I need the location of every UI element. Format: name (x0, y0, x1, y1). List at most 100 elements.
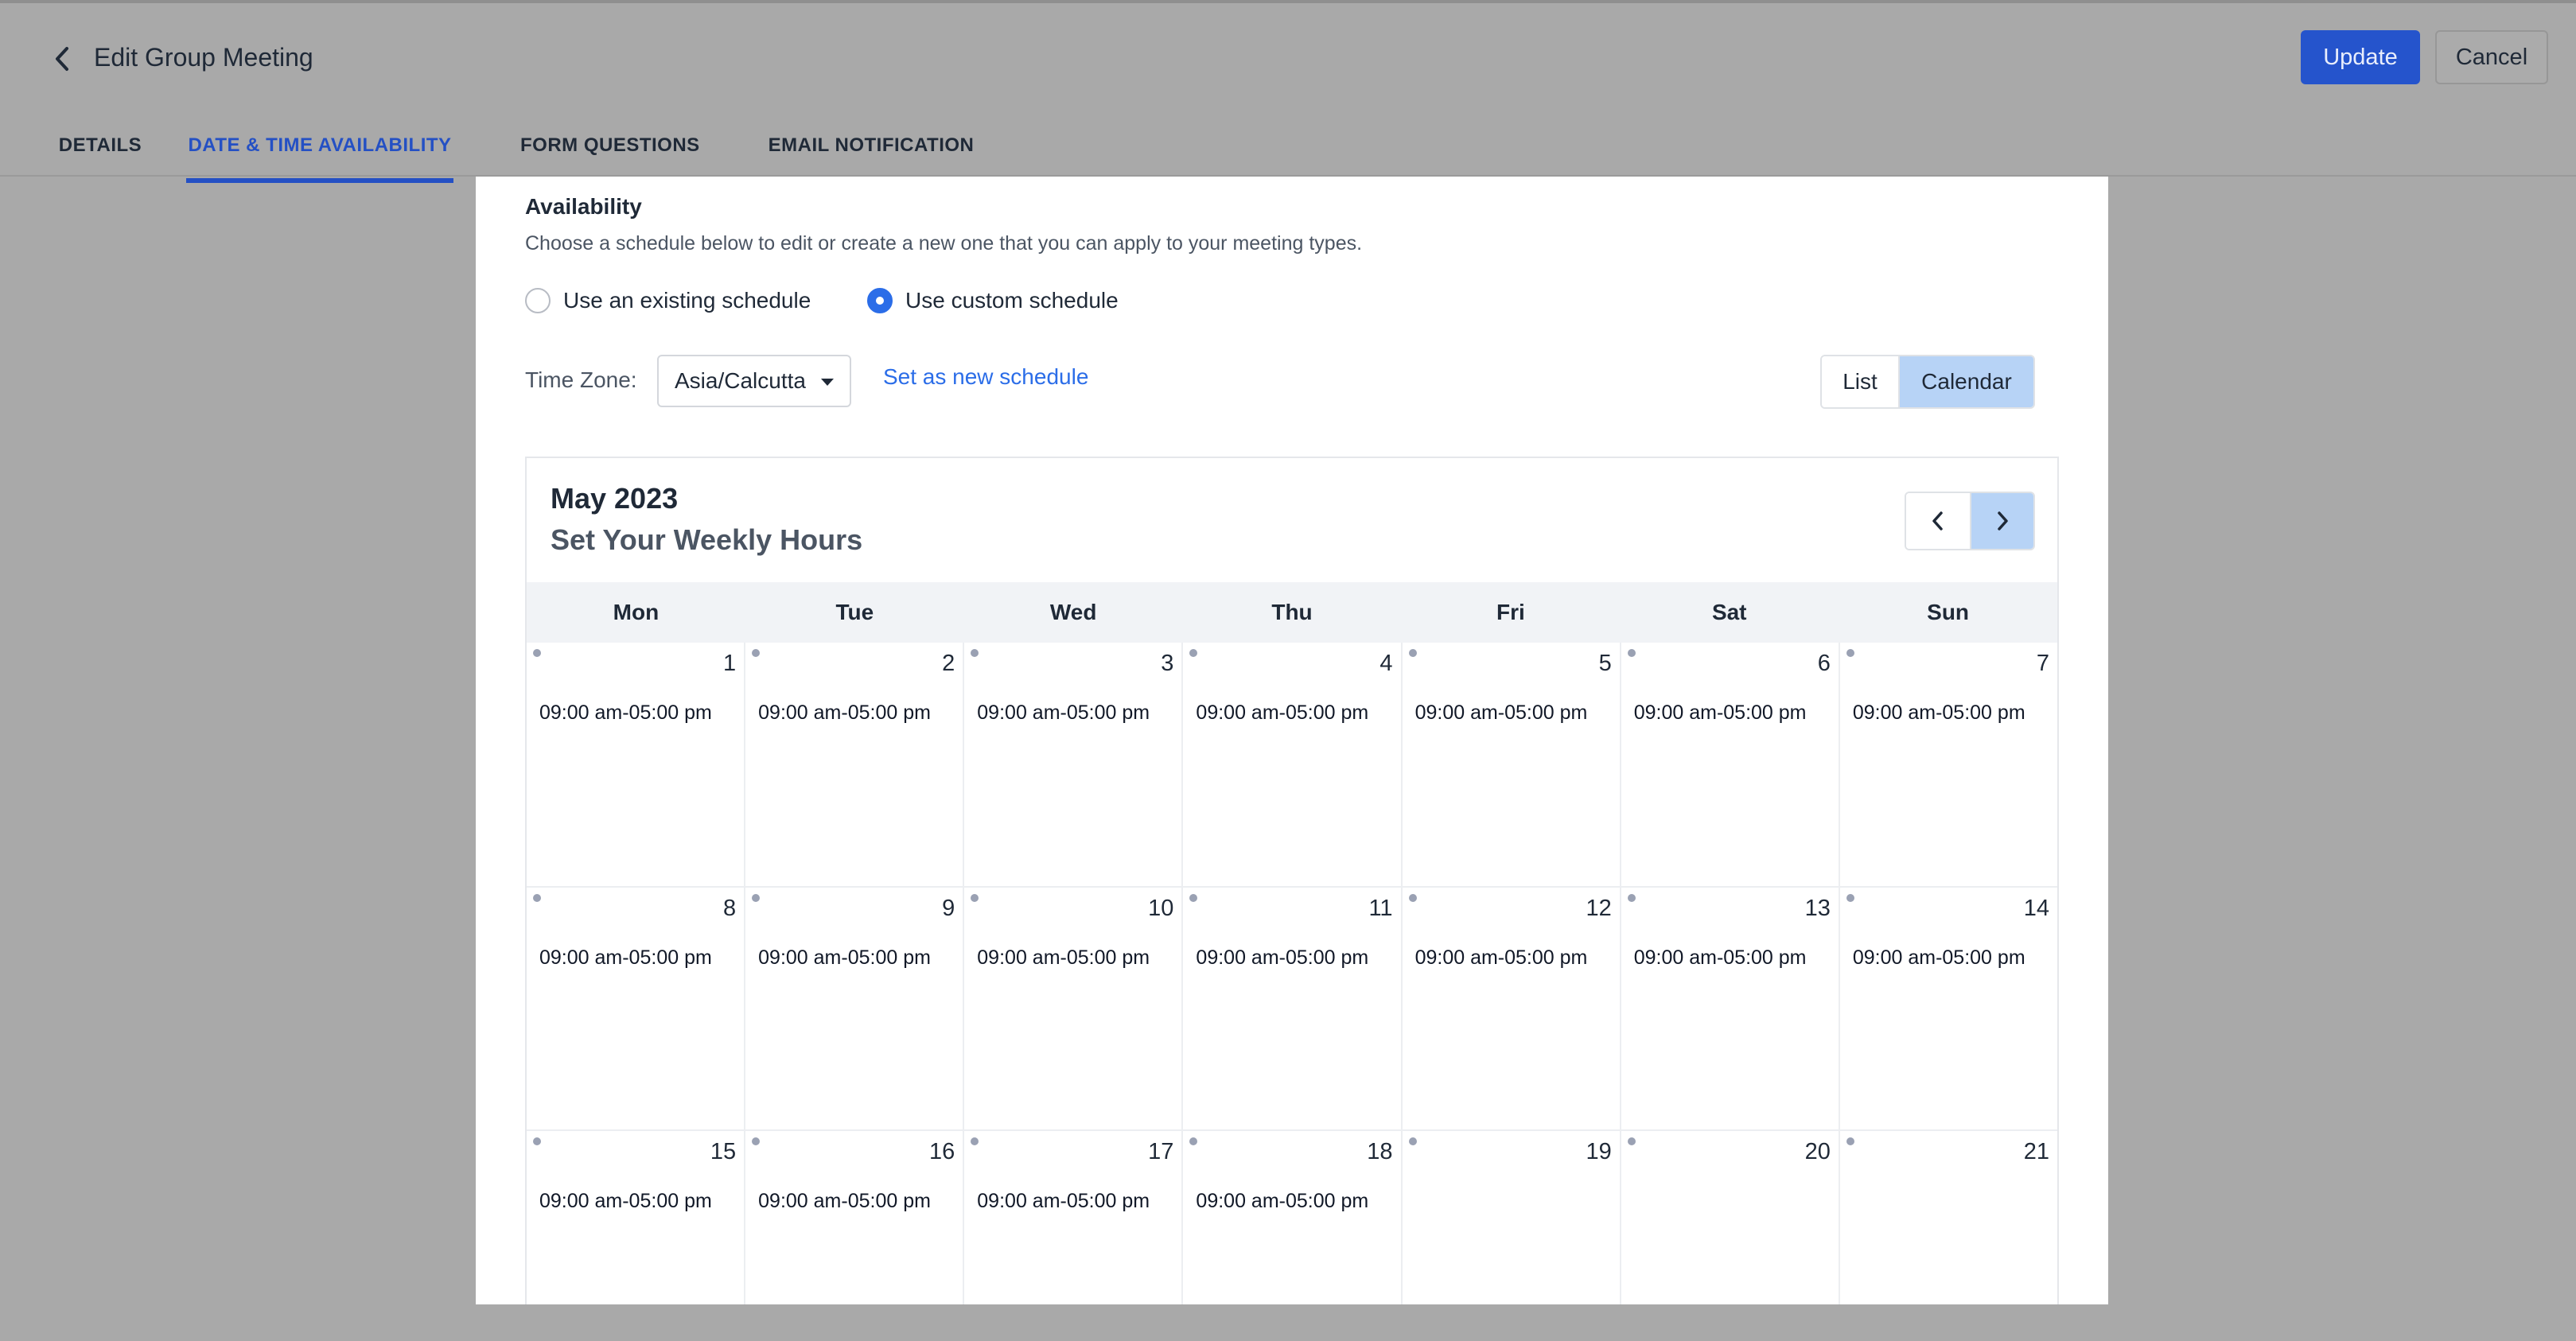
radio-custom-schedule[interactable]: Use custom schedule (867, 288, 1119, 313)
calendar-day-cell[interactable]: 3 09:00 am-05:00 pm (963, 643, 1181, 886)
calendar-day-cell[interactable]: 2 09:00 am-05:00 pm (744, 643, 963, 886)
calendar: May 2023 Set Your Weekly Hours Mon Tue W… (525, 457, 2059, 1304)
weekday-label: Thu (1271, 600, 1313, 624)
day-menu-dot-icon[interactable] (1627, 649, 1636, 657)
timezone-value: Asia/Calcutta (675, 368, 806, 393)
calendar-day-cell[interactable]: 8 09:00 am-05:00 pm (527, 888, 744, 1129)
update-button[interactable]: Update (2301, 30, 2420, 84)
calendar-day-cell[interactable]: 12 09:00 am-05:00 pm (1400, 888, 1620, 1129)
next-month-button[interactable] (1971, 493, 2033, 549)
day-hours: 09:00 am-05:00 pm (977, 702, 1150, 724)
day-menu-dot-icon[interactable] (1189, 649, 1198, 657)
weekday-label: Wed (1049, 600, 1097, 624)
calendar-day-cell[interactable]: 9 09:00 am-05:00 pm (744, 888, 963, 1129)
top-bar: Edit Group Meeting Update Cancel DETAILS… (0, 0, 2576, 183)
calendar-week-row: 8 09:00 am-05:00 pm 9 09:00 am-05:00 pm 10 09… (527, 886, 2057, 1129)
day-menu-dot-icon[interactable] (1189, 894, 1198, 902)
view-list-button[interactable]: List (1822, 356, 1900, 407)
calendar-day-cell[interactable]: 11 09:00 am-05:00 pm (1181, 888, 1400, 1129)
day-hours: 09:00 am-05:00 pm (758, 1190, 931, 1212)
calendar-day-cell[interactable]: 19 (1400, 1131, 1620, 1304)
calendar-day-cell[interactable]: 16 09:00 am-05:00 pm (744, 1131, 963, 1304)
day-number: 16 (929, 1139, 955, 1164)
day-menu-dot-icon[interactable] (533, 1137, 541, 1145)
view-calendar-button[interactable]: Calendar (1900, 356, 2033, 407)
availability-title: Availability (525, 194, 642, 219)
day-number: 1 (723, 651, 737, 676)
day-hours: 09:00 am-05:00 pm (1852, 702, 2025, 724)
previous-month-button[interactable] (1906, 493, 1971, 549)
calendar-day-cell[interactable]: 4 09:00 am-05:00 pm (1181, 643, 1400, 886)
day-number: 13 (1804, 896, 1831, 921)
day-hours: 09:00 am-05:00 pm (1414, 702, 1588, 724)
day-menu-dot-icon[interactable] (971, 894, 979, 902)
day-menu-dot-icon[interactable] (1408, 649, 1417, 657)
day-hours: 09:00 am-05:00 pm (977, 1190, 1150, 1212)
day-menu-dot-icon[interactable] (1627, 1137, 1636, 1145)
day-menu-dot-icon[interactable] (1846, 894, 1854, 902)
day-number: 14 (2023, 896, 2049, 921)
cancel-button[interactable]: Cancel (2435, 30, 2548, 84)
day-menu-dot-icon[interactable] (1408, 1137, 1417, 1145)
day-menu-dot-icon[interactable] (971, 649, 979, 657)
tab-bar: DETAILS DATE & TIME AVAILABILITY FORM QU… (0, 122, 1114, 183)
calendar-day-cell[interactable]: 18 09:00 am-05:00 pm (1181, 1131, 1400, 1304)
calendar-day-cell[interactable]: 20 (1619, 1131, 1839, 1304)
chevron-right-icon (1998, 511, 2008, 531)
day-menu-dot-icon[interactable] (533, 649, 541, 657)
day-menu-dot-icon[interactable] (1627, 894, 1636, 902)
calendar-week-row: 15 09:00 am-05:00 pm 16 09:00 am-05:00 pm 17… (527, 1129, 2057, 1304)
calendar-day-cell[interactable]: 10 09:00 am-05:00 pm (963, 888, 1181, 1129)
day-menu-dot-icon[interactable] (1189, 1137, 1198, 1145)
day-number: 4 (1379, 651, 1393, 676)
set-as-new-schedule-link[interactable]: Set as new schedule (883, 364, 1088, 390)
day-number: 10 (1148, 896, 1174, 921)
page-title: Edit Group Meeting (94, 43, 313, 72)
calendar-day-cell[interactable]: 15 09:00 am-05:00 pm (527, 1131, 744, 1304)
calendar-day-cell[interactable]: 1 09:00 am-05:00 pm (527, 643, 744, 886)
timezone-select[interactable]: Asia/Calcutta (657, 355, 851, 407)
calendar-month: May 2023 (551, 482, 679, 515)
calendar-week-row: 1 09:00 am-05:00 pm 2 09:00 am-05:00 pm 3 09:… (527, 643, 2057, 886)
day-number: 20 (1804, 1139, 1831, 1164)
calendar-nav (1905, 492, 2035, 550)
weekday-label: Tue (835, 600, 874, 624)
radio-unchecked-icon (525, 288, 551, 313)
day-hours: 09:00 am-05:00 pm (1633, 702, 1807, 724)
calendar-day-cell[interactable]: 14 09:00 am-05:00 pm (1838, 888, 2057, 1129)
tab-details[interactable]: DETAILS (38, 122, 162, 178)
calendar-day-cell[interactable]: 13 09:00 am-05:00 pm (1619, 888, 1839, 1129)
day-number: 9 (942, 896, 955, 921)
calendar-day-cell[interactable]: 7 09:00 am-05:00 pm (1838, 643, 2057, 886)
day-hours: 09:00 am-05:00 pm (1196, 1190, 1369, 1212)
day-menu-dot-icon[interactable] (533, 894, 541, 902)
day-hours: 09:00 am-05:00 pm (1852, 946, 2025, 969)
day-menu-dot-icon[interactable] (1846, 649, 1854, 657)
calendar-day-cell[interactable]: 21 (1838, 1131, 2057, 1304)
tab-date-time-availability[interactable]: DATE & TIME AVAILABILITY (186, 122, 453, 183)
day-menu-dot-icon[interactable] (752, 894, 761, 902)
weekday-label: Sat (1711, 600, 1747, 624)
weekday-label: Mon (613, 600, 660, 624)
calendar-day-cell[interactable]: 6 09:00 am-05:00 pm (1619, 643, 1839, 886)
calendar-subtitle: Set Your Weekly Hours (551, 523, 863, 556)
day-menu-dot-icon[interactable] (752, 1137, 761, 1145)
day-hours: 09:00 am-05:00 pm (977, 946, 1150, 969)
day-menu-dot-icon[interactable] (752, 649, 761, 657)
timezone-label: Time Zone: (525, 367, 637, 392)
day-hours: 09:00 am-05:00 pm (758, 702, 931, 724)
back-button[interactable] (41, 38, 83, 80)
day-menu-dot-icon[interactable] (971, 1137, 979, 1145)
tab-email-notification[interactable]: EMAIL NOTIFICATION (767, 122, 975, 178)
day-number: 6 (1817, 651, 1831, 676)
calendar-day-cell[interactable]: 17 09:00 am-05:00 pm (963, 1131, 1181, 1304)
day-hours: 09:00 am-05:00 pm (539, 946, 712, 969)
day-menu-dot-icon[interactable] (1408, 894, 1417, 902)
radio-existing-label: Use an existing schedule (563, 288, 811, 313)
calendar-day-cell[interactable]: 5 09:00 am-05:00 pm (1400, 643, 1620, 886)
radio-existing-schedule[interactable]: Use an existing schedule (525, 288, 811, 313)
day-menu-dot-icon[interactable] (1846, 1137, 1854, 1145)
tab-form-questions[interactable]: FORM QUESTIONS (520, 122, 699, 178)
day-number: 17 (1148, 1139, 1174, 1164)
view-toggle: List Calendar (1820, 355, 2035, 409)
